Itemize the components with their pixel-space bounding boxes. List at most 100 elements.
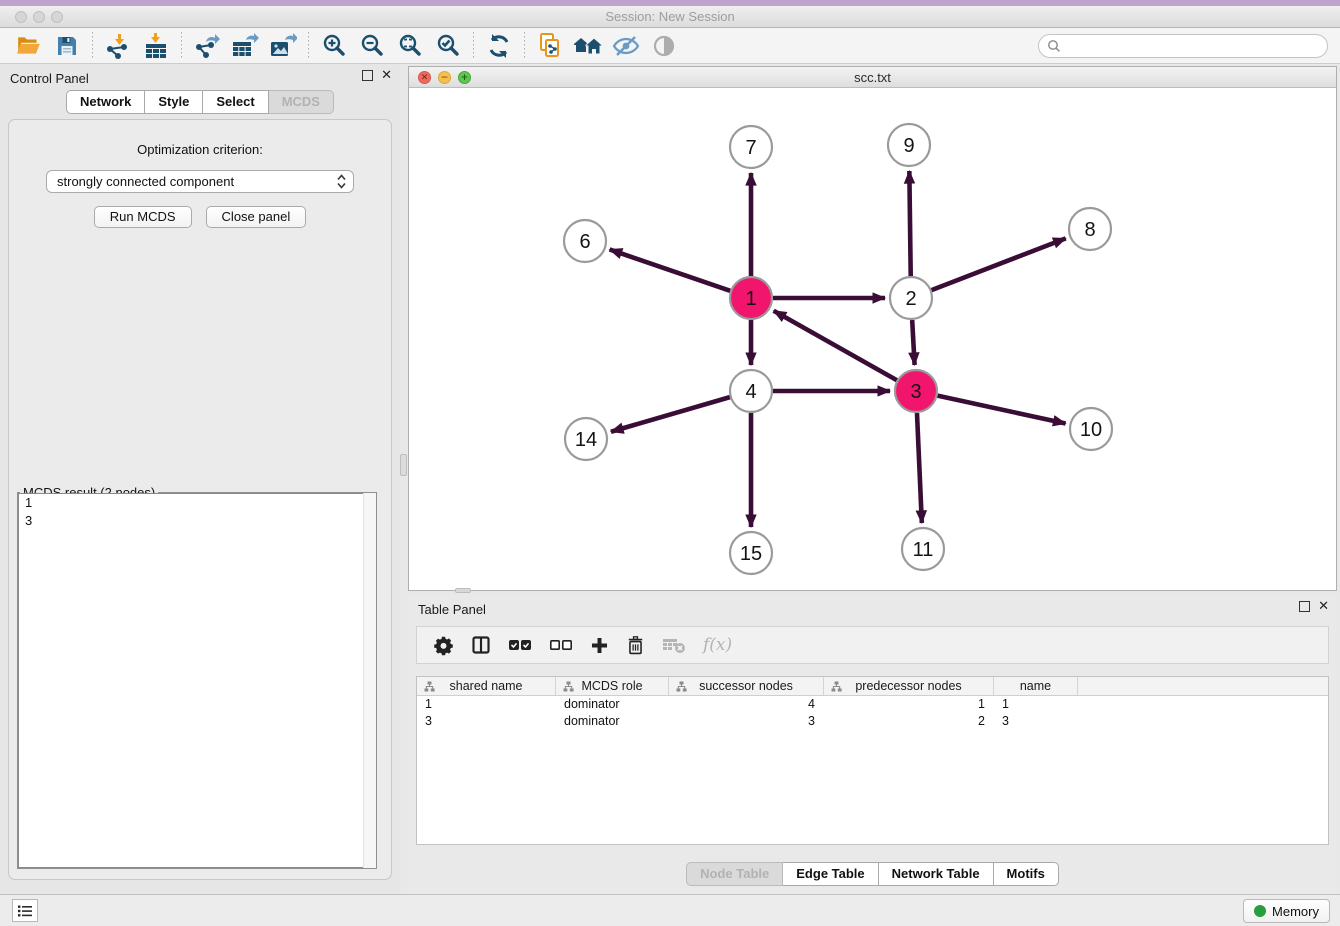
- toolbar-separator: [473, 32, 474, 60]
- table-panel: Table Panel ✕ f(x) shared nameMCDS rol: [408, 595, 1337, 894]
- duplicate-network-icon[interactable]: [531, 30, 569, 62]
- toolbar-separator: [308, 32, 309, 60]
- save-session-icon[interactable]: [48, 30, 86, 62]
- table-cell[interactable]: 1: [824, 696, 994, 713]
- graph-edge-4-14[interactable]: [611, 397, 730, 432]
- close-table-panel-icon[interactable]: ✕: [1318, 601, 1329, 612]
- export-table-icon[interactable]: [226, 30, 264, 62]
- add-column-icon[interactable]: [590, 631, 609, 659]
- split-columns-icon[interactable]: [471, 631, 491, 659]
- tab-node-table[interactable]: Node Table: [686, 862, 783, 886]
- mcds-result-item[interactable]: 1: [19, 494, 375, 512]
- panel-splitter-handle[interactable]: [400, 454, 407, 476]
- table-cell[interactable]: dominator: [556, 713, 669, 730]
- control-panel-title: Control Panel: [10, 71, 89, 86]
- memory-status-dot-icon: [1254, 905, 1266, 917]
- graph-node-label: 4: [745, 381, 756, 403]
- graph-edge-3-10[interactable]: [937, 396, 1065, 424]
- graph-edge-2-9[interactable]: [909, 171, 910, 276]
- control-panel: Control Panel ✕ NetworkStyleSelectMCDS O…: [0, 64, 400, 894]
- zoom-out-icon[interactable]: [353, 30, 391, 62]
- toolbar-separator: [92, 32, 93, 60]
- column-header-predecessor-nodes[interactable]: predecessor nodes: [824, 677, 994, 695]
- column-header-successor-nodes[interactable]: successor nodes: [669, 677, 824, 695]
- window-title: Session: New Session: [0, 9, 1340, 24]
- graph-node-label: 10: [1080, 419, 1102, 441]
- delete-column-icon[interactable]: [626, 631, 645, 659]
- table-toolbar: f(x): [416, 626, 1329, 664]
- search-icon: [1047, 39, 1061, 53]
- table-cell[interactable]: 1: [994, 696, 1078, 713]
- memory-button[interactable]: Memory: [1243, 899, 1330, 923]
- criterion-value: strongly connected component: [57, 174, 234, 189]
- table-cell[interactable]: 2: [824, 713, 994, 730]
- status-bar: Memory: [0, 894, 1340, 926]
- mcds-result-scrollbar[interactable]: [363, 493, 376, 868]
- table-cell[interactable]: 3: [994, 713, 1078, 730]
- memory-label: Memory: [1272, 904, 1319, 919]
- toolbar-separator: [524, 32, 525, 60]
- mcds-result-item[interactable]: 3: [19, 512, 375, 530]
- table-row[interactable]: 1dominator411: [417, 696, 1328, 713]
- float-table-panel-icon[interactable]: [1299, 601, 1310, 612]
- show-eye-icon[interactable]: [645, 30, 683, 62]
- tab-motifs[interactable]: Motifs: [994, 862, 1059, 886]
- table-cell[interactable]: 1: [417, 696, 556, 713]
- home-views-icon[interactable]: [569, 30, 607, 62]
- import-network-icon[interactable]: [99, 30, 137, 62]
- graph-node-label: 11: [913, 539, 934, 561]
- graph-edge-1-6[interactable]: [610, 249, 731, 290]
- mcds-result-list[interactable]: 13: [18, 493, 376, 868]
- criterion-select[interactable]: strongly connected component: [46, 170, 354, 193]
- select-all-columns-icon[interactable]: [508, 631, 532, 659]
- network-window-titlebar[interactable]: ✕ − + scc.txt: [409, 67, 1336, 88]
- tab-network[interactable]: Network: [66, 90, 145, 114]
- tab-edge-table[interactable]: Edge Table: [783, 862, 878, 886]
- graph-edge-2-8[interactable]: [932, 238, 1066, 290]
- column-header-name[interactable]: name: [994, 677, 1078, 695]
- column-header-shared-name[interactable]: shared name: [417, 677, 556, 695]
- graph-edge-3-11[interactable]: [917, 413, 922, 523]
- open-session-icon[interactable]: [10, 30, 48, 62]
- export-image-icon[interactable]: [264, 30, 302, 62]
- window-titlebar: Session: New Session: [0, 6, 1340, 28]
- tab-mcds[interactable]: MCDS: [269, 90, 334, 114]
- graph-node-label: 6: [579, 231, 590, 253]
- search-input[interactable]: [1061, 37, 1327, 55]
- table-panel-title: Table Panel: [418, 602, 486, 617]
- tab-select[interactable]: Select: [203, 90, 268, 114]
- table-row[interactable]: 3dominator323: [417, 713, 1328, 730]
- table-cell[interactable]: 4: [669, 696, 824, 713]
- table-tabs: Node TableEdge TableNetwork TableMotifs: [408, 862, 1337, 886]
- tab-style[interactable]: Style: [145, 90, 203, 114]
- graph-node-label: 1: [745, 288, 756, 310]
- run-mcds-button[interactable]: Run MCDS: [94, 206, 192, 228]
- main-toolbar: [0, 28, 1340, 64]
- close-panel-button[interactable]: Close panel: [206, 206, 307, 228]
- clear-column-selection-icon[interactable]: [549, 631, 573, 659]
- network-splitter-handle[interactable]: [455, 588, 471, 593]
- tab-network-table[interactable]: Network Table: [879, 862, 994, 886]
- table-cell[interactable]: 3: [417, 713, 556, 730]
- fit-content-icon[interactable]: [391, 30, 429, 62]
- column-header-mcds-role[interactable]: MCDS role: [556, 677, 669, 695]
- close-panel-icon[interactable]: ✕: [381, 70, 392, 81]
- apply-layout-icon[interactable]: [480, 30, 518, 62]
- task-history-button[interactable]: [12, 899, 38, 922]
- graph-edge-3-1[interactable]: [774, 311, 897, 380]
- graph-edge-2-3[interactable]: [912, 320, 914, 365]
- zoom-in-icon[interactable]: [315, 30, 353, 62]
- export-network-icon[interactable]: [188, 30, 226, 62]
- node-table: shared nameMCDS rolesuccessor nodesprede…: [416, 676, 1329, 845]
- table-cell[interactable]: dominator: [556, 696, 669, 713]
- hide-selected-eye-icon[interactable]: [607, 30, 645, 62]
- table-cell[interactable]: 3: [669, 713, 824, 730]
- graph-node-label: 8: [1084, 219, 1095, 241]
- import-table-icon[interactable]: [137, 30, 175, 62]
- optimization-criterion-label: Optimization criterion:: [9, 142, 391, 157]
- control-panel-tabs: NetworkStyleSelectMCDS: [0, 90, 400, 114]
- network-canvas[interactable]: 1234678910111415: [409, 88, 1336, 590]
- float-panel-icon[interactable]: [362, 70, 373, 81]
- zoom-selected-icon[interactable]: [429, 30, 467, 62]
- table-settings-gear-icon[interactable]: [433, 631, 454, 659]
